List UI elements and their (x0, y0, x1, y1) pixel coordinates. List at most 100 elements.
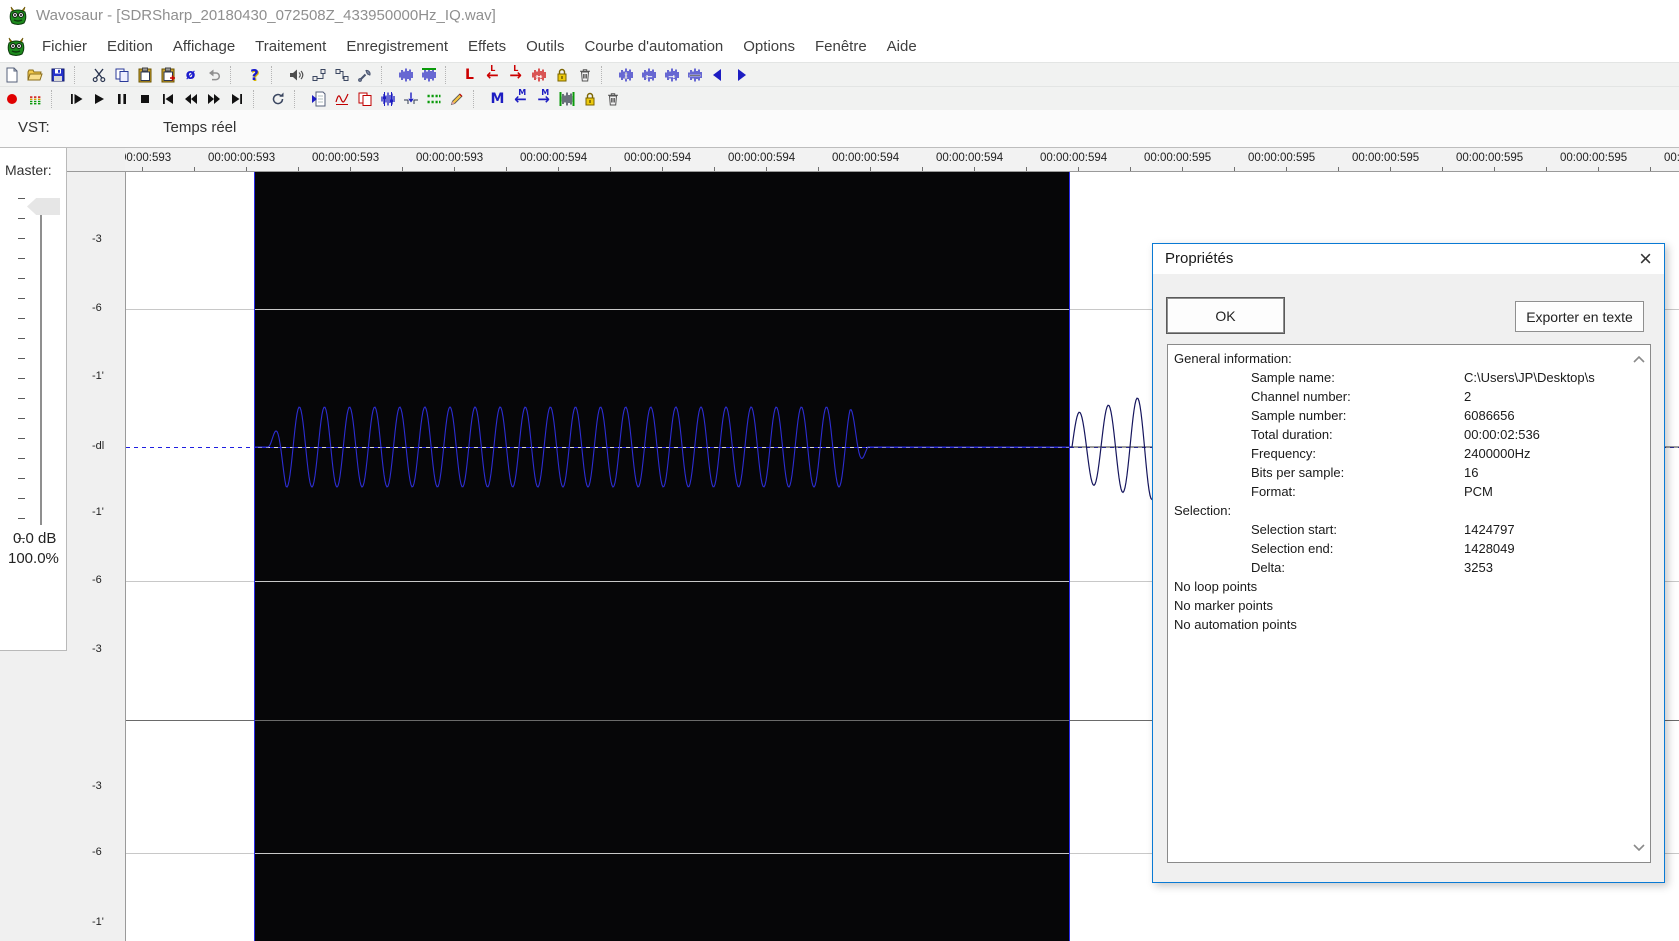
menu-item-outils[interactable]: Outils (516, 32, 574, 62)
property-row: No automation points (1168, 616, 1650, 635)
menu-item-effets[interactable]: Effets (458, 32, 516, 62)
draw-wave-icon[interactable] (445, 88, 468, 110)
help-icon[interactable]: ? (243, 64, 266, 86)
ok-button[interactable]: OK (1166, 297, 1285, 334)
marker-delete-icon[interactable] (601, 88, 624, 110)
play-file-icon[interactable] (307, 88, 330, 110)
master-slider-handle[interactable] (27, 198, 60, 215)
play-from-cursor-icon[interactable] (64, 88, 87, 110)
undo-icon[interactable] (202, 64, 225, 86)
ruler-time-label: 00:00:00:595 (1248, 152, 1316, 164)
zoom-whole-icon[interactable]: — (683, 64, 706, 86)
window-title: Wavosaur - [SDRSharp_20180430_072508Z_43… (36, 7, 496, 24)
master-gain-value: 0.0 dB (13, 530, 57, 547)
monitor-input-icon[interactable] (23, 88, 46, 110)
db-scale-label: -3 (92, 643, 102, 655)
ruler-time-label: 00:00:00:594 (832, 152, 900, 164)
marker-icon[interactable]: M (486, 88, 509, 110)
channel-tool-icon[interactable] (422, 88, 445, 110)
loop-lock-icon[interactable] (550, 64, 573, 86)
dialog-title: Propriétés (1165, 250, 1234, 267)
crop-icon[interactable]: ø (179, 64, 202, 86)
db-scale-label: -1' (92, 370, 104, 382)
stop-icon[interactable] (133, 88, 156, 110)
zoom-selection-icon[interactable] (394, 64, 417, 86)
export-text-button[interactable]: Exporter en texte (1515, 301, 1644, 332)
loop-delete-icon[interactable] (573, 64, 596, 86)
ruler-time-label: 00:00:00:594 (624, 152, 692, 164)
marker-previous-icon[interactable]: ← M (509, 88, 532, 110)
menu-item-traitement[interactable]: Traitement (245, 32, 336, 62)
marker-selection-icon[interactable] (555, 88, 578, 110)
db-scale-label: -dl (92, 440, 105, 452)
wavosaur-window: Wavosaur - [SDRSharp_20180430_072508Z_43… (0, 0, 1679, 941)
property-row: Total duration: 00:00:02:536 (1168, 426, 1650, 445)
menu-item-options[interactable]: Options (733, 32, 805, 62)
previous-view-icon[interactable] (706, 64, 729, 86)
chunk-route-a-icon[interactable] (307, 64, 330, 86)
time-ruler[interactable]: 00:00:00:593 00:00:00:593 00:00:00:593 00:0… (103, 148, 1679, 171)
marker-lock-icon[interactable] (578, 88, 601, 110)
open-file-icon[interactable] (23, 64, 46, 86)
pause-icon[interactable] (110, 88, 133, 110)
save-file-icon[interactable] (46, 64, 69, 86)
properties-list[interactable]: General information: Sample name: C:\Users… (1167, 344, 1651, 863)
scroll-down-icon[interactable] (1633, 838, 1645, 856)
loop-start-icon[interactable]: ← L (481, 64, 504, 86)
vst-bar: VST: Rack Temps réel Appliquer ✓···↕× (0, 110, 1679, 251)
next-view-icon[interactable] (729, 64, 752, 86)
statistics-icon[interactable] (330, 88, 353, 110)
rewind-icon[interactable] (179, 88, 202, 110)
db-scale-label: -3 (92, 780, 102, 792)
toolbar-separator (445, 66, 455, 84)
ruler-time-label: 00:00:00:595 (1456, 152, 1524, 164)
property-label: Selection: (1174, 503, 1232, 518)
cut-icon[interactable] (87, 64, 110, 86)
selection-extend-left-icon[interactable]: ← (637, 64, 660, 86)
paste-icon[interactable] (133, 64, 156, 86)
selection-extend-right-icon[interactable]: → (660, 64, 683, 86)
copy-special-icon[interactable] (353, 88, 376, 110)
new-file-icon[interactable] (0, 64, 23, 86)
master-panel: Master: 0.0 dB 100.0% (0, 148, 67, 651)
menu-item-affichage[interactable]: Affichage (163, 32, 245, 62)
insert-silence-icon[interactable] (399, 88, 422, 110)
db-scale-label: -1' (92, 506, 104, 518)
loop-playback-icon[interactable] (266, 88, 289, 110)
property-label: Bits per sample: (1251, 465, 1345, 480)
menu-item-aide[interactable]: Aide (877, 32, 927, 62)
audio-device-icon[interactable] (284, 64, 307, 86)
go-to-start-icon[interactable] (156, 88, 179, 110)
property-label: Sample number: (1251, 408, 1347, 423)
loop-marker-icon[interactable]: L (458, 64, 481, 86)
master-percent-value: 100.0% (8, 550, 59, 567)
record-icon[interactable] (0, 88, 23, 110)
menu-item-fichier[interactable]: Fichier (32, 32, 97, 62)
zoom-vertical-icon[interactable]: ↕ (614, 64, 637, 86)
menu-item-edition[interactable]: Edition (97, 32, 163, 62)
property-value: 3253 (1464, 560, 1493, 575)
marker-next-icon[interactable]: → M (532, 88, 555, 110)
settings-wrench-icon[interactable] (353, 64, 376, 86)
menu-item-enregistrement[interactable]: Enregistrement (336, 32, 458, 62)
document-monster-icon (6, 37, 26, 62)
property-value: C:\Users\JP\Desktop\s (1464, 370, 1595, 385)
play-icon[interactable] (87, 88, 110, 110)
property-row: Bits per sample: 16 (1168, 464, 1650, 483)
property-row: No loop points (1168, 578, 1650, 597)
show-selection-icon[interactable] (417, 64, 440, 86)
filter-sliders-icon[interactable] (376, 88, 399, 110)
fast-forward-icon[interactable] (202, 88, 225, 110)
menu-item-fen-tre[interactable]: Fenêtre (805, 32, 877, 62)
chunk-route-b-icon[interactable] (330, 64, 353, 86)
menu-item-courbe-d-automation[interactable]: Courbe d'automation (574, 32, 733, 62)
go-to-end-icon[interactable] (225, 88, 248, 110)
toolbar-separator (230, 66, 240, 84)
title-bar: Wavosaur - [SDRSharp_20180430_072508Z_43… (0, 0, 1679, 32)
master-slider-track[interactable] (40, 205, 42, 525)
dialog-title-bar[interactable]: Propriétés × (1153, 244, 1664, 274)
paste-new-window-icon[interactable] (156, 64, 179, 86)
close-icon[interactable]: × (1639, 245, 1652, 273)
db-scale-label: -6 (92, 846, 102, 858)
copy-icon[interactable] (110, 64, 133, 86)
